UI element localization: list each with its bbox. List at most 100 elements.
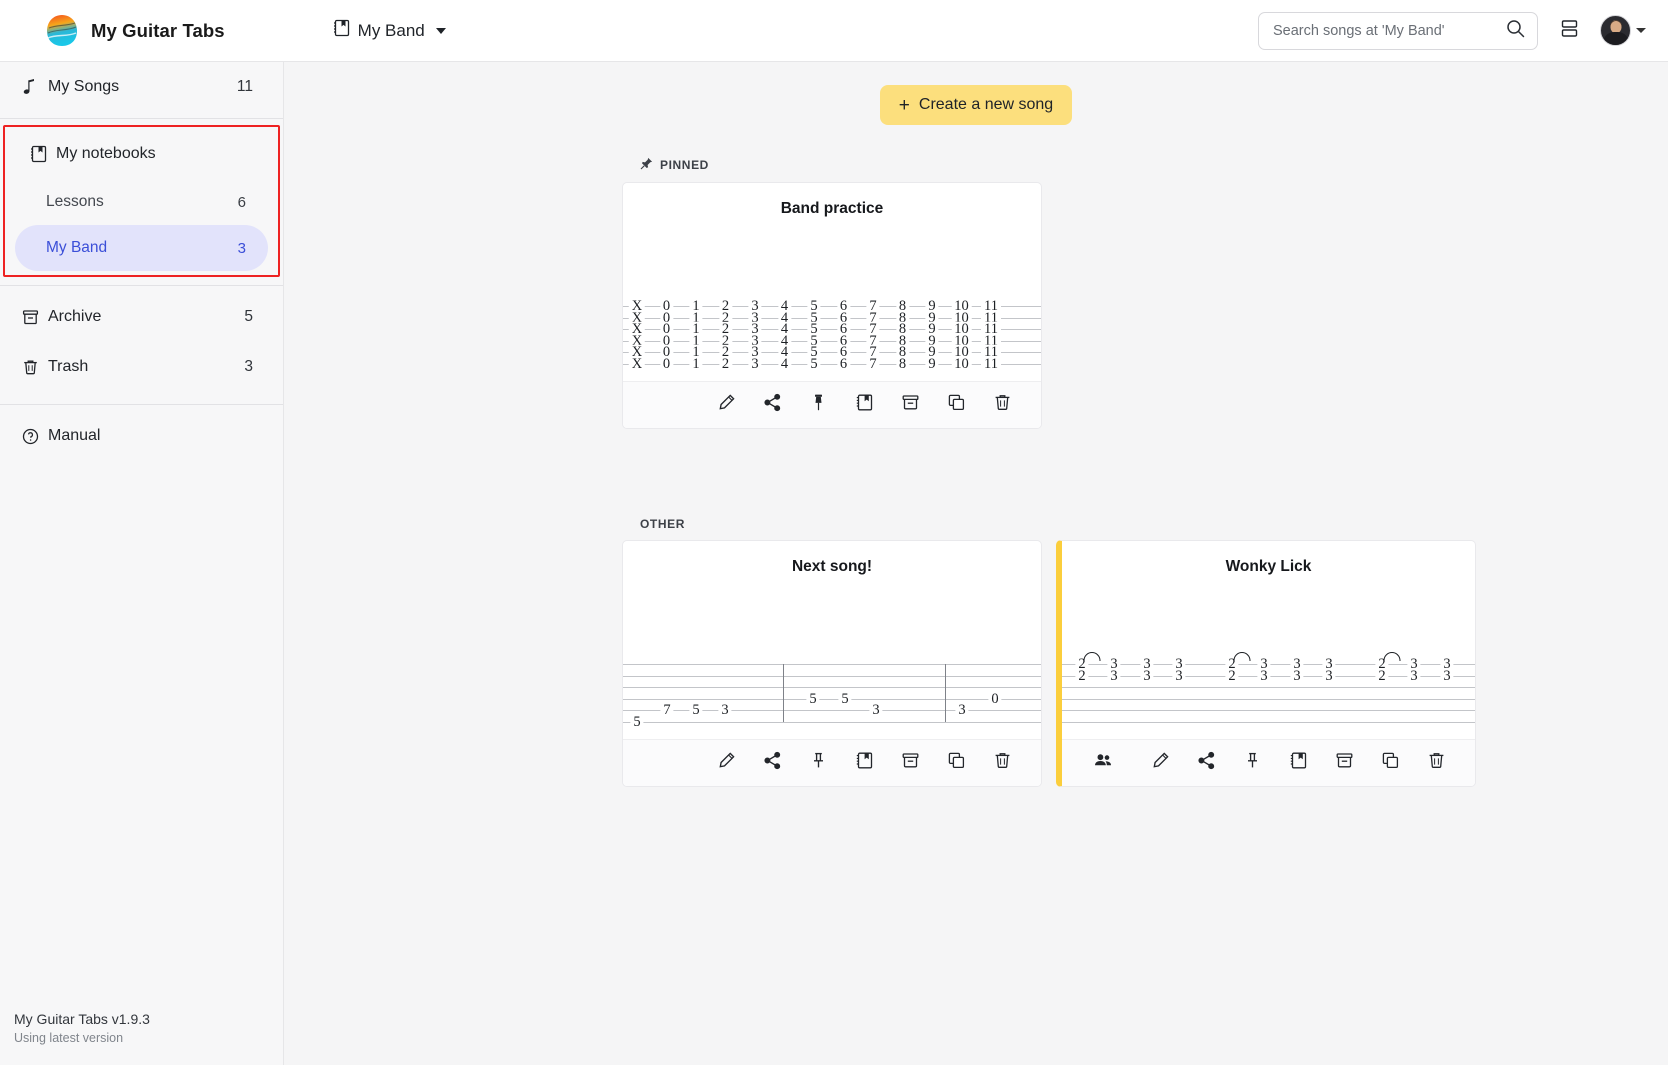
app-root: My Guitar Tabs My Band Search songs at '… xyxy=(0,0,1668,1065)
delete-button[interactable] xyxy=(984,745,1020,781)
search-input[interactable] xyxy=(1273,22,1506,39)
sidebar-item-my-notebooks[interactable]: My notebooks xyxy=(16,129,267,179)
song-card-next-song[interactable]: Next song! 575355330 xyxy=(622,540,1042,787)
archive-icon xyxy=(22,309,46,326)
delete-button[interactable] xyxy=(1418,745,1454,781)
song-card-title: Band practice xyxy=(780,200,884,217)
shared-indicator[interactable] xyxy=(1085,745,1121,781)
tab-note: 0 xyxy=(659,357,674,372)
sidebar-item-label: My Songs xyxy=(48,78,120,95)
pin-button[interactable] xyxy=(800,745,836,781)
tab-string-line xyxy=(623,329,1041,331)
sidebar-notebook-label: My Band xyxy=(46,239,108,256)
duplicate-button[interactable] xyxy=(938,387,974,423)
sidebar-item-count: 3 xyxy=(244,358,253,375)
archive-icon xyxy=(901,751,920,775)
song-card-actions xyxy=(623,739,1041,786)
create-new-song-button[interactable]: + Create a new song xyxy=(879,85,1073,125)
sidebar-item-trash[interactable]: Trash 3 xyxy=(8,342,275,392)
search-box[interactable] xyxy=(1258,11,1538,50)
pin-button[interactable] xyxy=(1234,745,1270,781)
share-button[interactable] xyxy=(754,387,790,423)
pin-outline-icon xyxy=(809,751,828,775)
tab-preview: X 0 1 2 3 4 5 6 7 8 9 10 11 X 0 1 2 3 4 5 6 7 8 9 10 11 X 0 1 2 3 4 5 6 7 8… xyxy=(623,218,1041,381)
notebook-selector-label: My Band xyxy=(357,20,425,40)
notebook-selector[interactable]: My Band xyxy=(327,15,452,46)
sidebar-item-archive[interactable]: Archive 5 xyxy=(8,292,275,342)
edit-pencil-icon xyxy=(1151,751,1170,775)
tab-slur-arc xyxy=(1383,652,1401,661)
duplicate-button[interactable] xyxy=(938,745,974,781)
song-card-band-practice[interactable]: Band practice X 0 1 2 3 4 5 6 7 8 9 10 11 X 0 1 2 3 4 5 6 7 8 9… xyxy=(622,182,1042,429)
move-to-notebook-button[interactable] xyxy=(1280,745,1316,781)
user-menu[interactable] xyxy=(1600,15,1646,46)
sidebar: My Songs 11 My notebooks Lessons 6 My Ba… xyxy=(0,62,284,1065)
tab-note: 10 xyxy=(951,357,972,372)
avatar xyxy=(1600,15,1631,46)
archive-button[interactable] xyxy=(892,745,928,781)
update-status: Using latest version xyxy=(14,1031,124,1045)
trash-icon xyxy=(993,751,1012,775)
tab-note: 3 xyxy=(1140,668,1154,683)
guitar-tabs-logo-icon xyxy=(46,14,78,47)
notebook-icon xyxy=(855,393,874,417)
pin-outline-icon xyxy=(1243,751,1262,775)
move-to-notebook-button[interactable] xyxy=(846,745,882,781)
tab-note: 3 xyxy=(1290,668,1304,683)
tab-preview: 2233333322333333223333 xyxy=(1062,576,1475,739)
section-label-other: OTHER xyxy=(640,517,1668,531)
shared-people-icon xyxy=(1094,751,1113,775)
edit-pencil-button[interactable] xyxy=(708,387,744,423)
edit-pencil-button[interactable] xyxy=(1142,745,1178,781)
pin-button[interactable] xyxy=(800,387,836,423)
create-new-song-label: Create a new song xyxy=(918,96,1054,113)
song-card-wonky-lick[interactable]: Wonky Lick 2233333322333333223333 xyxy=(1056,540,1476,787)
archive-icon xyxy=(901,393,920,417)
tab-note: 1 xyxy=(689,357,703,372)
tab-note: 7 xyxy=(660,703,674,718)
tab-note: 3 xyxy=(748,357,762,372)
sidebar-notebook-label: Lessons xyxy=(46,193,104,210)
share-button[interactable] xyxy=(1188,745,1224,781)
tab-note: 3 xyxy=(1172,668,1186,683)
tab-note: 3 xyxy=(718,703,732,718)
section-label-text: PINNED xyxy=(660,158,709,172)
sidebar-item-manual[interactable]: Manual xyxy=(8,411,275,461)
archive-button[interactable] xyxy=(1326,745,1362,781)
sidebar-item-count: 5 xyxy=(244,308,253,325)
tab-string-line xyxy=(1062,698,1475,700)
brand[interactable]: My Guitar Tabs xyxy=(46,14,225,47)
duplicate-icon xyxy=(947,393,966,417)
tab-note: X xyxy=(628,357,646,372)
edit-pencil-button[interactable] xyxy=(708,745,744,781)
tab-string-line xyxy=(1062,710,1475,712)
share-icon xyxy=(1197,751,1216,775)
move-to-notebook-button[interactable] xyxy=(846,387,882,423)
other-card-grid: Next song! 575355330 Wonky Lick 2 2 3 3 … xyxy=(622,540,1668,787)
sidebar-footer: My Guitar Tabs v1.9.3 Using latest versi… xyxy=(0,1009,283,1065)
sidebar-item-my-songs[interactable]: My Songs 11 xyxy=(8,62,275,112)
tab-note: 4 xyxy=(777,357,792,372)
share-button[interactable] xyxy=(754,745,790,781)
delete-button[interactable] xyxy=(984,387,1020,423)
tab-string-line xyxy=(1062,687,1475,689)
duplicate-button[interactable] xyxy=(1372,745,1408,781)
song-card-title: Wonky Lick xyxy=(1225,558,1312,575)
pinned-group: PINNED Band practice X 0 1 2 3 4 5 6 7 8 9 10 11 X 0 1 2… xyxy=(622,157,1668,429)
app-version: My Guitar Tabs v1.9.3 xyxy=(14,1011,150,1027)
tab-string-line xyxy=(623,664,1041,665)
layout-rows-toggle[interactable] xyxy=(1554,16,1584,46)
sidebar-item-label: Trash xyxy=(48,358,89,375)
notebook-icon xyxy=(333,19,350,42)
tab-note: 5 xyxy=(838,692,852,707)
tab-string-line xyxy=(623,340,1041,342)
tab-string-line xyxy=(623,352,1041,354)
sidebar-item-label: Archive xyxy=(48,308,102,325)
archive-button[interactable] xyxy=(892,387,928,423)
tab-string-line xyxy=(1062,722,1475,723)
trash-icon xyxy=(22,359,46,376)
sidebar-notebook-lessons[interactable]: Lessons 6 xyxy=(15,179,268,225)
search-icon[interactable] xyxy=(1506,19,1525,43)
pin-filled-icon xyxy=(809,393,828,417)
sidebar-notebook-my-band[interactable]: My Band 3 xyxy=(15,225,268,271)
